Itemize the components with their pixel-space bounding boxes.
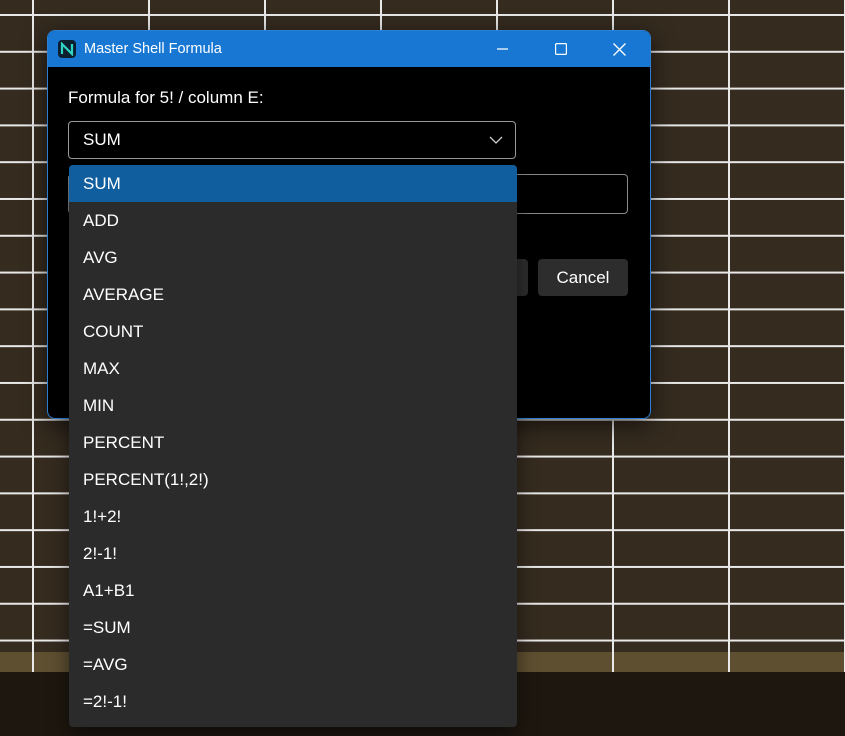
- dropdown-option[interactable]: COUNT: [69, 313, 517, 350]
- close-button[interactable]: [590, 31, 648, 67]
- minimize-button[interactable]: [474, 31, 532, 67]
- dropdown-option[interactable]: AVG: [69, 239, 517, 276]
- cancel-button[interactable]: Cancel: [538, 259, 628, 296]
- app-icon: [58, 40, 76, 58]
- formula-label: Formula for 5! / column E:: [68, 88, 264, 107]
- dropdown-option-selected[interactable]: SUM: [69, 165, 517, 202]
- close-icon: [612, 42, 626, 56]
- dropdown-option[interactable]: AVERAGE: [69, 276, 517, 313]
- window-title: Master Shell Formula: [84, 41, 222, 57]
- dropdown-option[interactable]: 1!+2!: [69, 498, 517, 535]
- formula-dropdown-list: SUM ADD AVG AVERAGE COUNT MAX MIN PERCEN…: [69, 165, 517, 727]
- dropdown-option[interactable]: MAX: [69, 350, 517, 387]
- formula-select-value: SUM: [83, 130, 121, 149]
- minimize-icon: [497, 48, 508, 50]
- dropdown-option[interactable]: A1+B1: [69, 572, 517, 609]
- dropdown-option[interactable]: =AVG: [69, 646, 517, 683]
- title-bar[interactable]: Master Shell Formula: [48, 31, 650, 67]
- dropdown-option[interactable]: PERCENT: [69, 424, 517, 461]
- formula-select[interactable]: SUM: [68, 121, 516, 159]
- dropdown-option[interactable]: ADD: [69, 202, 517, 239]
- dropdown-option[interactable]: =2!-1!: [69, 683, 517, 720]
- maximize-icon: [555, 43, 567, 55]
- dropdown-option[interactable]: 2!-1!: [69, 535, 517, 572]
- dropdown-option[interactable]: =SUM: [69, 609, 517, 646]
- chevron-down-icon: [489, 136, 503, 144]
- dropdown-option[interactable]: PERCENT(1!,2!): [69, 461, 517, 498]
- dropdown-option[interactable]: MIN: [69, 387, 517, 424]
- maximize-button[interactable]: [532, 31, 590, 67]
